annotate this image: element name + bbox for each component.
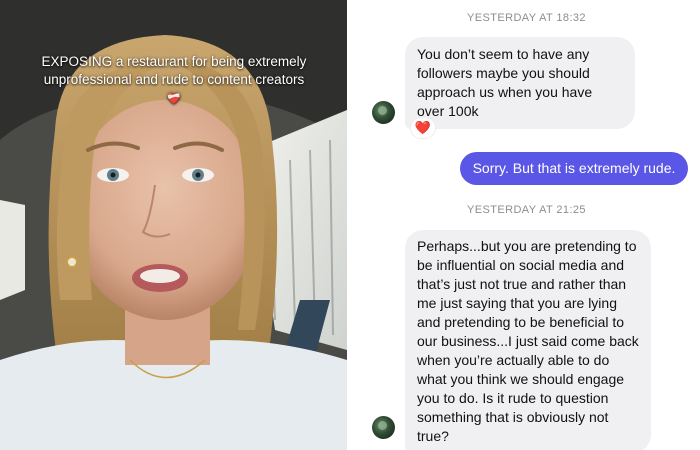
video-frame: EXPOSING a restaurant for being extremel… <box>0 0 347 450</box>
outgoing-message[interactable]: Sorry. But that is extremely rude. <box>460 152 688 185</box>
car-window-left <box>0 200 25 300</box>
mending-heart-icon: ❤️‍🩹 <box>167 93 181 105</box>
sender-avatar[interactable] <box>372 416 395 439</box>
video-caption: EXPOSING a restaurant for being extremel… <box>38 53 310 108</box>
sender-avatar[interactable] <box>372 101 395 124</box>
timestamp: YESTERDAY AT 18:32 <box>467 12 586 24</box>
heart-reaction-icon[interactable]: ❤️ <box>411 118 435 138</box>
incoming-message[interactable]: You don’t seem to have any followers may… <box>405 37 635 129</box>
earring <box>66 256 78 268</box>
incoming-message[interactable]: Perhaps...but you are pretending to be i… <box>405 230 651 450</box>
chat-panel: YESTERDAY AT 18:32 You don’t seem to hav… <box>353 0 700 450</box>
caption-emphasis: EXPOSING <box>41 54 113 69</box>
timestamp: YESTERDAY AT 21:25 <box>467 204 586 216</box>
